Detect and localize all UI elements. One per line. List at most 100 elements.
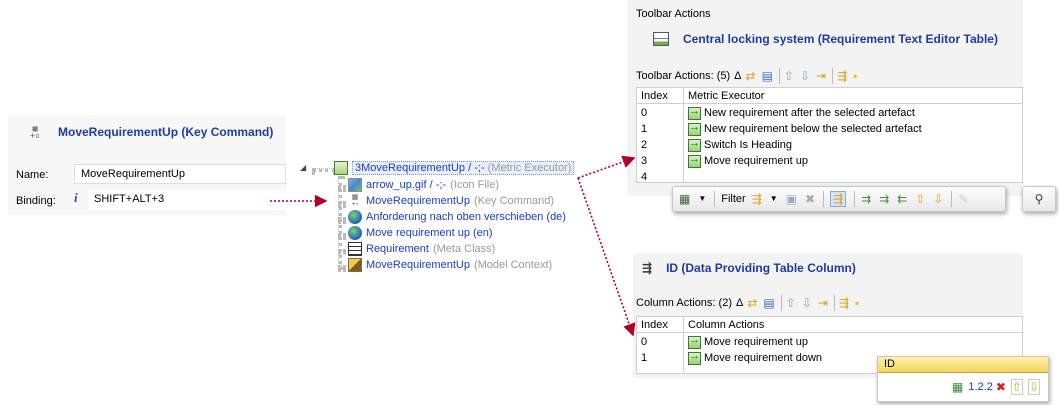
toolbar-actions-table: Index Metric Executor 0 New requirement … xyxy=(636,87,1023,183)
tree-root-type: (Metric Executor) xyxy=(487,162,572,174)
delete-icon[interactable]: ✖ xyxy=(805,192,815,206)
edit-icon[interactable]: ✎ xyxy=(958,192,968,206)
insert-below-icon[interactable]: ⇉ xyxy=(879,192,889,206)
move-up-icon[interactable]: ⇧ xyxy=(786,296,796,310)
key-command-panel: ▦ +▫ MoveRequirementUp (Key Command) Name… xyxy=(8,115,286,215)
toggle-action-icon[interactable]: ⇶ xyxy=(830,191,847,207)
table-editor-icon xyxy=(653,32,669,46)
move-up-icon[interactable]: ⇧ xyxy=(1010,379,1023,395)
row-index: 0 xyxy=(641,336,648,348)
globe-icon xyxy=(348,210,362,224)
grid-icon[interactable]: ▪ xyxy=(855,296,859,310)
switch-heading-icon[interactable]: ⇇ xyxy=(897,192,907,206)
column-actions-row: Column Actions: (2) Δ ⇄ ▤ ⇧ ⇩ ⇥ ⇶ ▪ xyxy=(636,295,861,311)
id-column-preview: ID ▦ 1.2.2 ✖ ⇧ ⇩ xyxy=(877,356,1049,402)
tree-item[interactable]: ▦ +▫ MoveRequirementUp (Key Command) xyxy=(348,193,554,209)
magnifier-icon: ⚲ xyxy=(1034,192,1044,206)
dropdown-arrow-icon[interactable]: ▼ xyxy=(770,192,778,206)
separator xyxy=(854,191,856,207)
move-down-icon[interactable]: ⇩ xyxy=(802,296,812,310)
goto-end-icon[interactable]: ⇥ xyxy=(816,69,826,83)
table-icon[interactable]: ▤ xyxy=(763,296,774,310)
separator xyxy=(951,191,953,207)
metric-executor-icon xyxy=(688,105,701,120)
dropdown-arrow-icon[interactable]: ▼ xyxy=(698,192,706,206)
name-field[interactable]: MoveRequirementUp xyxy=(74,164,286,184)
tree-collapse-icon[interactable]: ◢ xyxy=(300,163,306,172)
move-down-icon[interactable]: ⇩ xyxy=(800,69,810,83)
save-icon[interactable]: ▣ xyxy=(786,192,797,206)
toolbar-actions-row: Toolbar Actions: (5) Δ ⇄ ▤ ⇧ ⇩ ⇥ ⇶ ▪ xyxy=(636,68,859,84)
tree-item[interactable]: Move requirement up (en) xyxy=(348,225,497,241)
table-column-icon: ⇶ xyxy=(642,261,653,275)
tree-root-label: 3MoveRequirementUp / -;- xyxy=(355,162,485,174)
add-action-icon[interactable]: ⇶ xyxy=(839,296,849,310)
key-command-icon: ▦ +▫ xyxy=(30,124,40,140)
panel-title: ID (Data Providing Table Column) xyxy=(666,261,856,275)
key-command-header: ▦ +▫ MoveRequirementUp (Key Command) xyxy=(26,124,273,140)
filter-label[interactable]: Filter xyxy=(721,193,745,205)
move-up-icon[interactable]: ⇧ xyxy=(784,69,794,83)
metric-executor-icon xyxy=(334,161,348,175)
separator xyxy=(714,191,716,207)
grid-icon[interactable]: ▪ xyxy=(853,69,857,83)
toolbar-actions-label: Toolbar Actions: (5) xyxy=(636,70,731,82)
refresh-icon[interactable]: ⇄ xyxy=(747,296,757,310)
tree-item[interactable]: Anforderung nach oben verschieben (de) xyxy=(348,209,570,225)
info-icon[interactable]: i xyxy=(74,190,78,206)
image-file-icon xyxy=(348,178,362,192)
globe-icon xyxy=(348,226,362,240)
panel-caption: Toolbar Actions xyxy=(636,8,711,20)
table-row[interactable]: Move requirement down xyxy=(684,350,826,366)
metric-executor-icon xyxy=(688,137,701,152)
column-header-column-actions[interactable]: Column Actions xyxy=(684,317,1022,333)
table-row[interactable]: New requirement below the selected artef… xyxy=(684,121,926,137)
refresh-icon[interactable]: ⇄ xyxy=(746,69,756,83)
delete-icon[interactable]: ✖ xyxy=(996,380,1006,394)
metric-executor-icon xyxy=(688,153,701,168)
add-action-icon[interactable]: ⇶ xyxy=(752,192,762,206)
move-down-icon[interactable]: ⇩ xyxy=(933,192,943,206)
separator xyxy=(780,295,782,311)
key-command-icon: ▦ +▫ xyxy=(351,194,359,208)
move-down-icon[interactable]: ⇩ xyxy=(1027,379,1040,395)
delta-icon[interactable]: Δ xyxy=(734,70,741,82)
tree-root[interactable]: 3MoveRequirementUp / -;- (Metric Executo… xyxy=(334,160,575,176)
separator xyxy=(778,68,780,84)
column-header-index[interactable]: Index xyxy=(637,317,683,333)
tree-item[interactable]: Requirement (Meta Class) xyxy=(348,241,495,257)
panel-title-row: ⇶ ID (Data Providing Table Column) xyxy=(642,261,856,275)
panel-title-row: Central locking system (Requirement Text… xyxy=(653,32,998,46)
binding-field[interactable]: SHIFT+ALT+3 xyxy=(88,190,286,210)
floating-toolbar: ▦ ▼ Filter ⇶ ▼ ▣ ✖ ⇶ ⇉ ⇉ ⇇ ⇧ ⇩ ✎ xyxy=(672,186,1006,212)
search-button[interactable]: ⚲ xyxy=(1022,186,1056,212)
goto-end-icon[interactable]: ⇥ xyxy=(818,296,828,310)
insert-after-icon[interactable]: ⇉ xyxy=(861,192,871,206)
column-header-index[interactable]: Index xyxy=(637,88,683,104)
row-index: 1 xyxy=(641,123,648,135)
table-row[interactable]: Move requirement up xyxy=(684,153,812,169)
table-editor-icon[interactable]: ▦ xyxy=(679,192,690,206)
separator xyxy=(823,191,825,207)
add-action-icon[interactable]: ⇶ xyxy=(837,69,847,83)
row-index: 3 xyxy=(641,155,648,167)
metric-executor-icon xyxy=(688,334,701,349)
row-index: 4 xyxy=(641,171,648,183)
metric-executor-icon xyxy=(688,121,701,136)
id-cell[interactable]: ▦ 1.2.2 ✖ ⇧ ⇩ xyxy=(952,379,1042,395)
toolbar-actions-panel: Toolbar Actions Central locking system (… xyxy=(627,0,1023,196)
metric-executor-icon xyxy=(688,350,701,365)
tree-item[interactable]: MoveRequirementUp (Model Context) xyxy=(348,257,552,273)
table-row[interactable]: Move requirement up xyxy=(684,334,812,350)
delta-icon[interactable]: Δ xyxy=(736,297,743,309)
id-column-header[interactable]: ID xyxy=(878,357,1048,373)
tree-item[interactable]: arrow_up.gif / -;- (Icon File) xyxy=(348,177,499,193)
name-label: Name: xyxy=(16,169,49,181)
row-index: 0 xyxy=(641,107,648,119)
table-icon[interactable]: ▤ xyxy=(762,69,773,83)
column-header-metric-executor[interactable]: Metric Executor xyxy=(684,88,1022,104)
metric-executor-tree: ◢ 3MoveRequirementUp / -;- (Metric Execu… xyxy=(300,160,590,280)
move-up-icon[interactable]: ⇧ xyxy=(915,192,925,206)
table-row[interactable]: New requirement after the selected artef… xyxy=(684,105,919,121)
table-row[interactable]: Switch Is Heading xyxy=(684,137,796,153)
